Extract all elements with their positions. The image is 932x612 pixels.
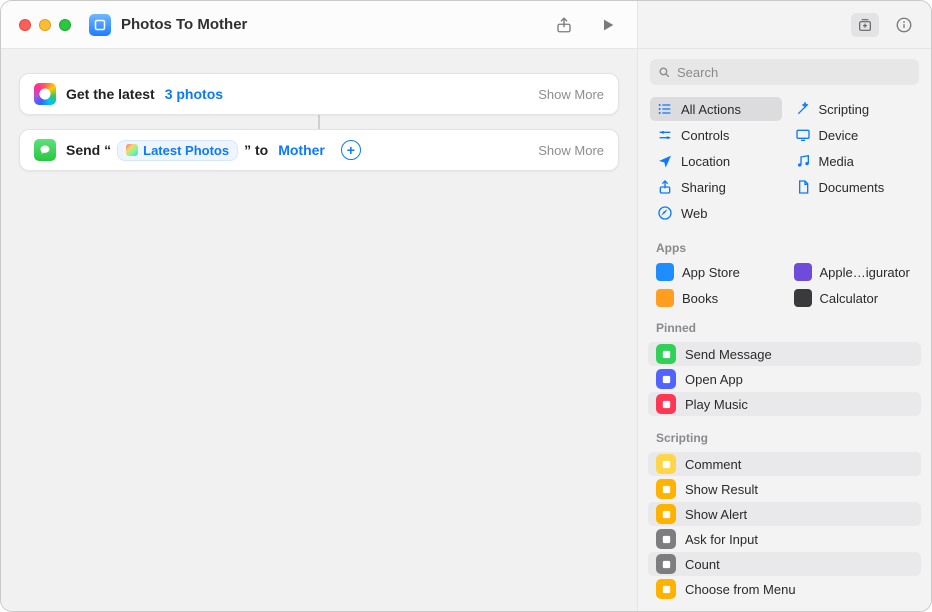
wand-icon <box>795 101 811 117</box>
category-media[interactable]: Media <box>788 149 920 173</box>
app-icon <box>794 289 812 307</box>
category-location[interactable]: Location <box>650 149 782 173</box>
action-send-message[interactable]: Send “ Latest Photos ” to Mother + Show … <box>19 129 619 171</box>
device-icon <box>795 127 811 143</box>
list-icon <box>657 101 673 117</box>
recipient-token[interactable]: Mother <box>274 140 329 160</box>
library-button[interactable] <box>851 13 879 37</box>
action-send-message[interactable]: Send Message <box>648 342 921 366</box>
app-icon <box>794 263 812 281</box>
music-icon <box>795 153 811 169</box>
add-recipient-button[interactable]: + <box>341 140 361 160</box>
window-zoom-button[interactable] <box>59 19 71 31</box>
search-field[interactable]: Search <box>650 59 919 85</box>
app-calculator[interactable]: Calculator <box>788 287 920 309</box>
category-web[interactable]: Web <box>650 201 782 225</box>
section-header-pinned: Pinned <box>638 313 931 339</box>
info-button[interactable] <box>893 15 915 35</box>
action-comment[interactable]: Comment <box>648 452 921 476</box>
category-scripting[interactable]: Scripting <box>788 97 920 121</box>
sliders-icon <box>657 127 673 143</box>
shortcut-icon <box>89 14 111 36</box>
action-show-alert[interactable]: Show Alert <box>648 502 921 526</box>
section-header-apps: Apps <box>638 233 931 259</box>
share-icon <box>657 179 673 195</box>
action-icon <box>656 369 676 389</box>
action-icon <box>656 579 676 599</box>
section-header-scripting: Scripting <box>638 423 931 449</box>
window-minimize-button[interactable] <box>39 19 51 31</box>
action-icon <box>656 529 676 549</box>
action-count[interactable]: Count <box>648 552 921 576</box>
show-more-button[interactable]: Show More <box>538 143 604 158</box>
action-icon <box>656 554 676 574</box>
action-get-photos[interactable]: Get the latest 3 photos Show More <box>19 73 619 115</box>
action-icon <box>656 454 676 474</box>
action-play-music[interactable]: Play Music <box>648 392 921 416</box>
action-choose-from-menu[interactable]: Choose from Menu <box>648 577 921 601</box>
search-icon <box>658 66 671 79</box>
window-close-button[interactable] <box>19 19 31 31</box>
share-button[interactable] <box>553 15 575 35</box>
app-icon <box>656 263 674 281</box>
action-icon <box>656 344 676 364</box>
messages-app-icon <box>34 139 56 161</box>
shortcut-title: Photos To Mother <box>121 16 553 33</box>
photos-app-icon <box>34 83 56 105</box>
category-sharing[interactable]: Sharing <box>650 175 782 199</box>
app-icon <box>656 289 674 307</box>
doc-icon <box>795 179 811 195</box>
action-open-app[interactable]: Open App <box>648 367 921 391</box>
action-show-result[interactable]: Show Result <box>648 477 921 501</box>
category-device[interactable]: Device <box>788 123 920 147</box>
category-documents[interactable]: Documents <box>788 175 920 199</box>
app-apple-igurator[interactable]: Apple…igurator <box>788 261 920 283</box>
action-connector <box>318 115 320 129</box>
photos-mini-icon <box>126 144 138 156</box>
nav-icon <box>657 153 673 169</box>
library-sidebar: Search All ActionsScriptingControlsDevic… <box>638 49 931 611</box>
run-button[interactable] <box>597 15 619 35</box>
action-icon <box>656 394 676 414</box>
category-controls[interactable]: Controls <box>650 123 782 147</box>
photo-count-token[interactable]: 3 photos <box>161 84 227 104</box>
workflow-canvas[interactable]: Get the latest 3 photos Show More Send “… <box>1 49 638 611</box>
action-icon <box>656 479 676 499</box>
show-more-button[interactable]: Show More <box>538 87 604 102</box>
app-app-store[interactable]: App Store <box>650 261 782 283</box>
app-books[interactable]: Books <box>650 287 782 309</box>
variable-pill-latest-photos[interactable]: Latest Photos <box>117 140 238 161</box>
action-icon <box>656 504 676 524</box>
safari-icon <box>657 205 673 221</box>
category-all-actions[interactable]: All Actions <box>650 97 782 121</box>
action-ask-for-input[interactable]: Ask for Input <box>648 527 921 551</box>
action-text: Get the latest <box>66 86 155 102</box>
search-placeholder: Search <box>677 65 718 80</box>
action-text: ” to <box>244 142 268 158</box>
action-text: Send “ <box>66 142 111 158</box>
